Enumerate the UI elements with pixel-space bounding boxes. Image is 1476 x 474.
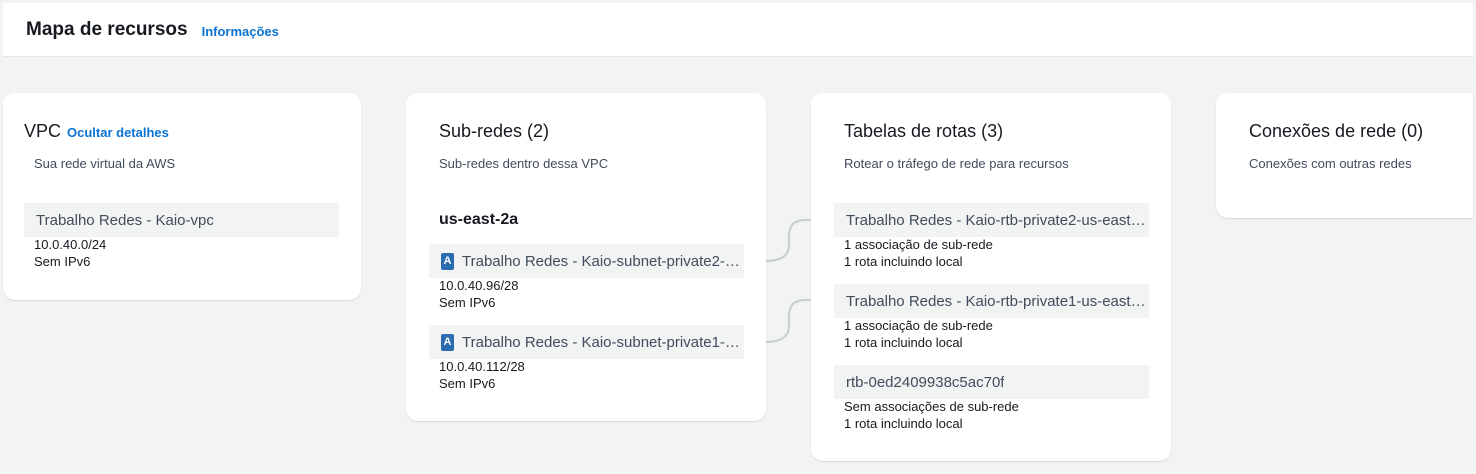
vpc-title: VPC bbox=[24, 121, 62, 141]
page-title: Mapa de recursos bbox=[26, 18, 188, 40]
subnet-item-meta: 10.0.40.96/28 Sem IPv6 bbox=[439, 277, 519, 311]
availability-zone-badge-icon: A bbox=[441, 252, 454, 270]
route-table-item-meta: Sem associações de sub-rede 1 rota inclu… bbox=[844, 398, 1019, 432]
route-table-item-meta: 1 associação de sub-rede 1 rota incluind… bbox=[844, 317, 993, 351]
network-connections-panel: Conexões de rede (0) Conexões com outras… bbox=[1216, 93, 1473, 218]
vpc-item-meta: 10.0.40.0/24 Sem IPv6 bbox=[34, 236, 106, 270]
route-table-item[interactable]: rtb-0ed2409938c5ac70f bbox=[834, 365, 1149, 399]
route-table-routes: 1 rota incluindo local bbox=[844, 416, 963, 431]
subnets-title: Sub-redes (2) bbox=[439, 121, 550, 141]
route-tables-description: Rotear o tráfego de rede para recursos bbox=[844, 156, 1069, 171]
subnet-item[interactable]: A Trabalho Redes - Kaio-subnet-private2-… bbox=[429, 244, 744, 278]
info-link[interactable]: Informações bbox=[202, 24, 279, 39]
vpc-item[interactable]: Trabalho Redes - Kaio-vpc bbox=[24, 203, 339, 237]
network-connections-description: Conexões com outras redes bbox=[1249, 156, 1412, 171]
route-table-item[interactable]: Trabalho Redes - Kaio-rtb-private2-us-ea… bbox=[834, 203, 1149, 237]
vpc-title-row: VPC Ocultar detalhes bbox=[24, 121, 169, 142]
subnet-item-name: Trabalho Redes - Kaio-subnet-private1-us… bbox=[462, 333, 744, 351]
vpc-description: Sua rede virtual da AWS bbox=[34, 156, 176, 171]
vpc-cidr: 10.0.40.0/24 bbox=[34, 237, 107, 252]
subnet-item-meta: 10.0.40.112/28 Sem IPv6 bbox=[439, 358, 525, 392]
subnet-ipv6: Sem IPv6 bbox=[439, 295, 496, 310]
availability-zone-label: us-east-2a bbox=[439, 211, 519, 228]
subnet-cidr: 10.0.40.112/28 bbox=[439, 359, 525, 374]
route-table-associations: Sem associações de sub-rede bbox=[844, 399, 1019, 414]
vpc-item-name: Trabalho Redes - Kaio-vpc bbox=[36, 211, 214, 229]
hide-details-link[interactable]: Ocultar detalhes bbox=[67, 125, 169, 140]
subnets-description: Sub-redes dentro dessa VPC bbox=[439, 156, 609, 171]
route-table-associations: 1 associação de sub-rede bbox=[844, 318, 993, 333]
route-table-routes: 1 rota incluindo local bbox=[844, 254, 963, 269]
subnets-panel: Sub-redes (2) Sub-redes dentro dessa VPC… bbox=[406, 93, 766, 421]
network-connections-title: Conexões de rede (0) bbox=[1249, 121, 1424, 141]
route-table-routes: 1 rota incluindo local bbox=[844, 335, 963, 350]
subnet-item[interactable]: A Trabalho Redes - Kaio-subnet-private1-… bbox=[429, 325, 744, 359]
route-table-item-name: Trabalho Redes - Kaio-rtb-private2-us-ea… bbox=[846, 211, 1149, 229]
route-table-item-name: Trabalho Redes - Kaio-rtb-private1-us-ea… bbox=[846, 292, 1149, 310]
subnet-cidr: 10.0.40.96/28 bbox=[439, 278, 519, 293]
route-tables-panel: Tabelas de rotas (3) Rotear o tráfego de… bbox=[811, 93, 1171, 461]
subnet-ipv6: Sem IPv6 bbox=[439, 376, 496, 391]
vpc-panel: VPC Ocultar detalhes Sua rede virtual da … bbox=[3, 93, 361, 300]
route-table-item-meta: 1 associação de sub-rede 1 rota incluind… bbox=[844, 236, 993, 270]
resource-map-header: Mapa de recursos Informações bbox=[3, 3, 1473, 57]
route-table-item[interactable]: Trabalho Redes - Kaio-rtb-private1-us-ea… bbox=[834, 284, 1149, 318]
vpc-ipv6: Sem IPv6 bbox=[34, 254, 91, 269]
availability-zone-badge-icon: A bbox=[441, 333, 454, 351]
route-table-associations: 1 associação de sub-rede bbox=[844, 237, 993, 252]
route-table-item-name: rtb-0ed2409938c5ac70f bbox=[846, 373, 1005, 391]
subnet-item-name: Trabalho Redes - Kaio-subnet-private2-us… bbox=[462, 252, 744, 270]
route-tables-title: Tabelas de rotas (3) bbox=[844, 121, 1004, 141]
